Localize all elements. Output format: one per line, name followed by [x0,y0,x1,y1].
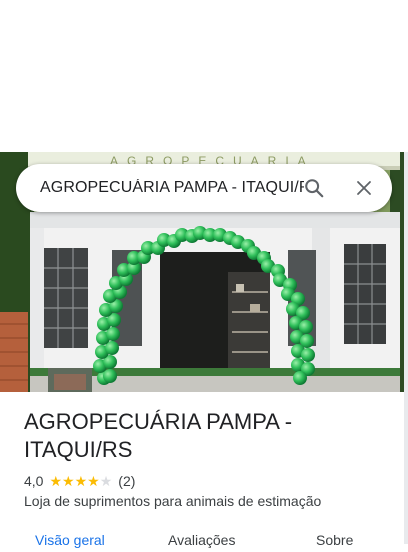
place-title: AGROPECUÁRIA PAMPA - ITAQUI/RS [24,409,293,462]
star-icon: ★ [99,473,113,489]
star-icon: ★ [74,473,88,489]
star-icon: ★ [49,473,63,489]
place-tabs: Visão geral Avaliações Sobre [0,532,404,552]
review-count[interactable]: (2) [118,473,135,489]
tab-about[interactable]: Sobre [316,532,353,548]
blank-area [0,0,408,152]
close-icon [357,181,371,195]
search-bar[interactable]: AGROPECUÁRIA PAMPA - ITAQUI/RS [16,164,392,212]
tab-reviews[interactable]: Avaliações [168,532,235,548]
search-input[interactable]: AGROPECUÁRIA PAMPA - ITAQUI/RS [40,179,304,197]
search-icon [305,179,324,198]
rating-stars: ★ ★ ★ ★ ★ [49,474,112,488]
star-icon: ★ [87,473,100,489]
search-button[interactable] [300,174,328,202]
star-icon: ★ [62,473,75,489]
place-category: Loja de suprimentos para animais de esti… [24,493,322,509]
rating-row[interactable]: 4,0 ★ ★ ★ ★ ★ (2) [24,472,135,490]
scrollbar[interactable] [404,152,408,544]
rating-value: 4,0 [24,473,44,489]
tab-overview[interactable]: Visão geral [35,532,105,548]
close-button[interactable] [350,174,378,202]
